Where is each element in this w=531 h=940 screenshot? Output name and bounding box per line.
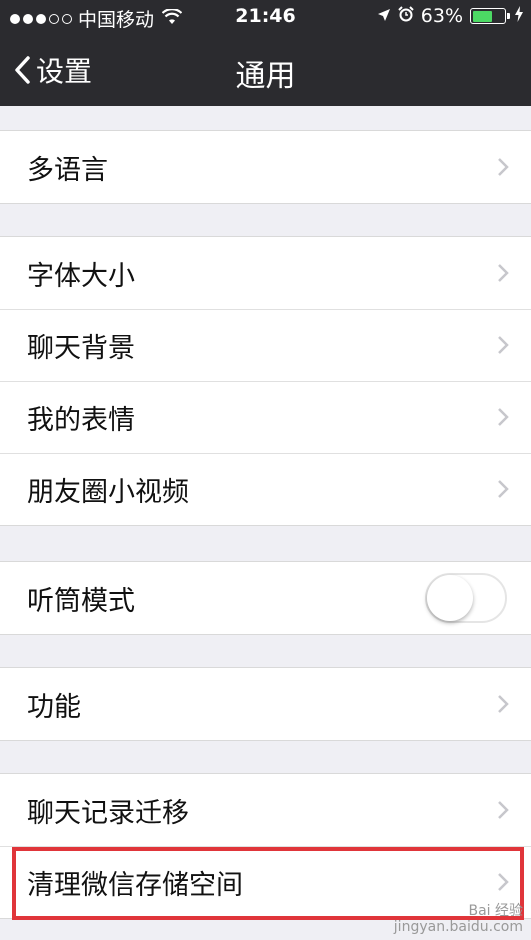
alarm-clock-icon	[398, 5, 414, 27]
setting-row-earpiece-mode: 听筒模式	[0, 562, 531, 634]
chevron-right-icon	[498, 264, 509, 282]
chevron-right-icon	[498, 480, 509, 498]
watermark-line2: jingyan.baidu.com	[393, 918, 523, 935]
watermark: Bai 经验 jingyan.baidu.com	[393, 903, 523, 935]
toggle-knob	[427, 575, 473, 621]
settings-group-features: 功能	[0, 667, 531, 741]
chevron-right-icon	[498, 801, 509, 819]
battery-level-fill	[472, 10, 493, 22]
status-right: 63%	[377, 5, 523, 27]
setting-row-language[interactable]: 多语言	[0, 131, 531, 203]
battery-icon	[470, 8, 510, 24]
status-bar: 中国移动 21:46 63%	[0, 0, 531, 34]
setting-label: 字体大小	[27, 260, 135, 292]
charging-bolt-icon	[515, 5, 523, 27]
setting-label: 功能	[27, 691, 81, 723]
setting-label: 聊天背景	[27, 332, 135, 364]
chevron-right-icon	[498, 336, 509, 354]
setting-row-moments-video[interactable]: 朋友圈小视频	[0, 453, 531, 525]
setting-row-font-size[interactable]: 字体大小	[0, 237, 531, 309]
setting-label: 多语言	[27, 154, 108, 186]
setting-label: 我的表情	[27, 404, 135, 436]
location-arrow-icon	[377, 5, 391, 27]
setting-label: 聊天记录迁移	[27, 797, 189, 829]
setting-row-chat-history-migration[interactable]: 聊天记录迁移	[0, 774, 531, 846]
settings-group-language: 多语言	[0, 130, 531, 204]
settings-group-appearance: 字体大小 聊天背景 我的表情 朋友圈小视频	[0, 236, 531, 526]
setting-label: 听筒模式	[27, 585, 135, 617]
watermark-line1: Bai 经验	[468, 903, 523, 920]
battery-percent: 63%	[420, 5, 463, 27]
chevron-right-icon	[498, 408, 509, 426]
navigation-bar: 中国移动 21:46 63% 设置 通用	[0, 0, 531, 106]
setting-row-chat-background[interactable]: 聊天背景	[0, 309, 531, 381]
chevron-right-icon	[498, 695, 509, 713]
chevron-right-icon	[498, 158, 509, 176]
settings-group-earpiece: 听筒模式	[0, 561, 531, 635]
setting-label: 朋友圈小视频	[27, 476, 189, 508]
setting-row-features[interactable]: 功能	[0, 668, 531, 740]
earpiece-mode-toggle[interactable]	[425, 573, 507, 623]
page-title: 通用	[235, 59, 296, 94]
setting-row-my-stickers[interactable]: 我的表情	[0, 381, 531, 453]
